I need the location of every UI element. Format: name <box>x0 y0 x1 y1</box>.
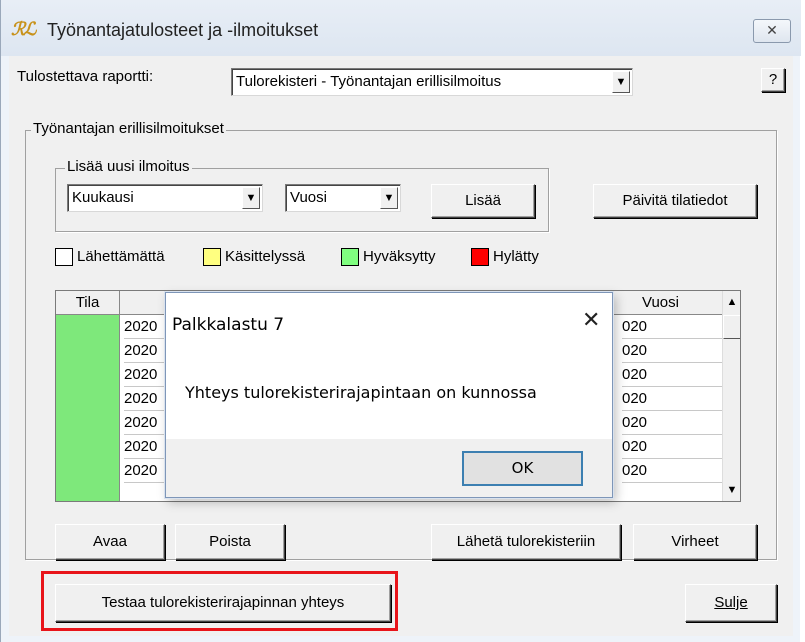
table-cell[interactable]: 020 <box>622 435 724 459</box>
delete-button-label: Poista <box>209 533 251 550</box>
open-button[interactable]: Avaa <box>55 524 165 560</box>
legend-swatch-rejected <box>471 248 489 266</box>
dialog-message: Yhteys tulorekisterirajapintaan on kunno… <box>185 383 537 402</box>
year-select-value: Vuosi <box>290 189 327 206</box>
help-button[interactable]: ? <box>761 68 785 92</box>
close-icon: ✕ <box>766 22 778 38</box>
period-select-value: Kuukausi <box>72 189 134 206</box>
add-button-label: Lisää <box>465 192 501 209</box>
table-scrollbar[interactable]: ▲ ▼ <box>722 291 740 501</box>
highlight-frame <box>41 571 398 631</box>
dialog-title: Palkkalastu 7 <box>172 315 285 335</box>
chevron-down-icon[interactable]: ▼ <box>612 71 630 93</box>
group-add-notice-title: Lisää uusi ilmoitus <box>65 158 192 175</box>
table-cell[interactable]: 020 <box>622 315 724 339</box>
year-select[interactable]: Vuosi ▼ <box>285 184 401 212</box>
help-button-label: ? <box>768 71 778 88</box>
legend-swatch-unsent <box>55 248 73 266</box>
scroll-up-icon[interactable]: ▲ <box>723 293 740 311</box>
send-to-register-button[interactable]: Lähetä tulorekisteriin <box>431 524 621 560</box>
legend-label-rejected: Hylätty <box>493 248 539 265</box>
column-header-year[interactable]: Vuosi <box>598 291 724 315</box>
main-window: ℛℒ Työnantajatulosteet ja -ilmoitukset ✕… <box>0 0 801 642</box>
errors-button-label: Virheet <box>671 533 719 550</box>
send-to-register-label: Lähetä tulorekisteriin <box>456 533 596 550</box>
chevron-down-icon[interactable]: ▼ <box>380 187 398 209</box>
table-cell[interactable]: 020 <box>622 411 724 435</box>
errors-button[interactable]: Virheet <box>633 524 757 560</box>
scroll-thumb[interactable] <box>723 315 740 339</box>
title-bar: ℛℒ Työnantajatulosteet ja -ilmoitukset ✕ <box>1 0 801 56</box>
column-header-status[interactable]: Tila <box>56 291 120 315</box>
chevron-down-icon[interactable]: ▼ <box>242 187 260 209</box>
close-button[interactable]: Sulje <box>685 584 777 622</box>
legend-swatch-processing <box>203 248 221 266</box>
table-cell[interactable]: 020 <box>622 339 724 363</box>
table-cell[interactable]: 020 <box>622 459 724 483</box>
dialog-close-icon[interactable]: ✕ <box>582 307 600 333</box>
message-dialog: Palkkalastu 7 ✕ Yhteys tulorekisteriraja… <box>165 292 613 498</box>
delete-button[interactable]: Poista <box>175 524 285 560</box>
group-employer-notices-title: Työnantajan erillisilmoitukset <box>31 120 226 137</box>
window-title: Työnantajatulosteet ja -ilmoitukset <box>47 20 319 40</box>
legend-swatch-accepted <box>341 248 359 266</box>
ok-button[interactable]: OK <box>462 451 583 486</box>
refresh-status-button[interactable]: Päivitä tilatiedot <box>593 184 757 218</box>
legend-label-accepted: Hyväksytty <box>363 248 436 265</box>
close-button-label: Sulje <box>714 594 748 611</box>
open-button-label: Avaa <box>93 533 127 550</box>
legend-label-processing: Käsittelyssä <box>225 248 306 265</box>
refresh-status-label: Päivitä tilatiedot <box>622 192 728 209</box>
report-select[interactable]: Tulorekisteri - Työnantajan erillisilmoi… <box>231 68 633 96</box>
ok-button-label: OK <box>511 459 534 477</box>
window-close-button[interactable]: ✕ <box>753 19 791 43</box>
legend-label-unsent: Lähettämättä <box>77 248 165 265</box>
period-select[interactable]: Kuukausi ▼ <box>67 184 263 212</box>
report-select-value: Tulorekisteri - Työnantajan erillisilmoi… <box>236 73 502 90</box>
table-cell[interactable]: 020 <box>622 363 724 387</box>
app-logo-icon: ℛℒ <box>11 19 36 40</box>
table-cell[interactable]: 020 <box>622 387 724 411</box>
report-label: Tulostettava raportti: <box>17 68 154 85</box>
status-column <box>56 315 120 501</box>
scroll-down-icon[interactable]: ▼ <box>723 481 740 499</box>
add-button[interactable]: Lisää <box>431 184 535 218</box>
